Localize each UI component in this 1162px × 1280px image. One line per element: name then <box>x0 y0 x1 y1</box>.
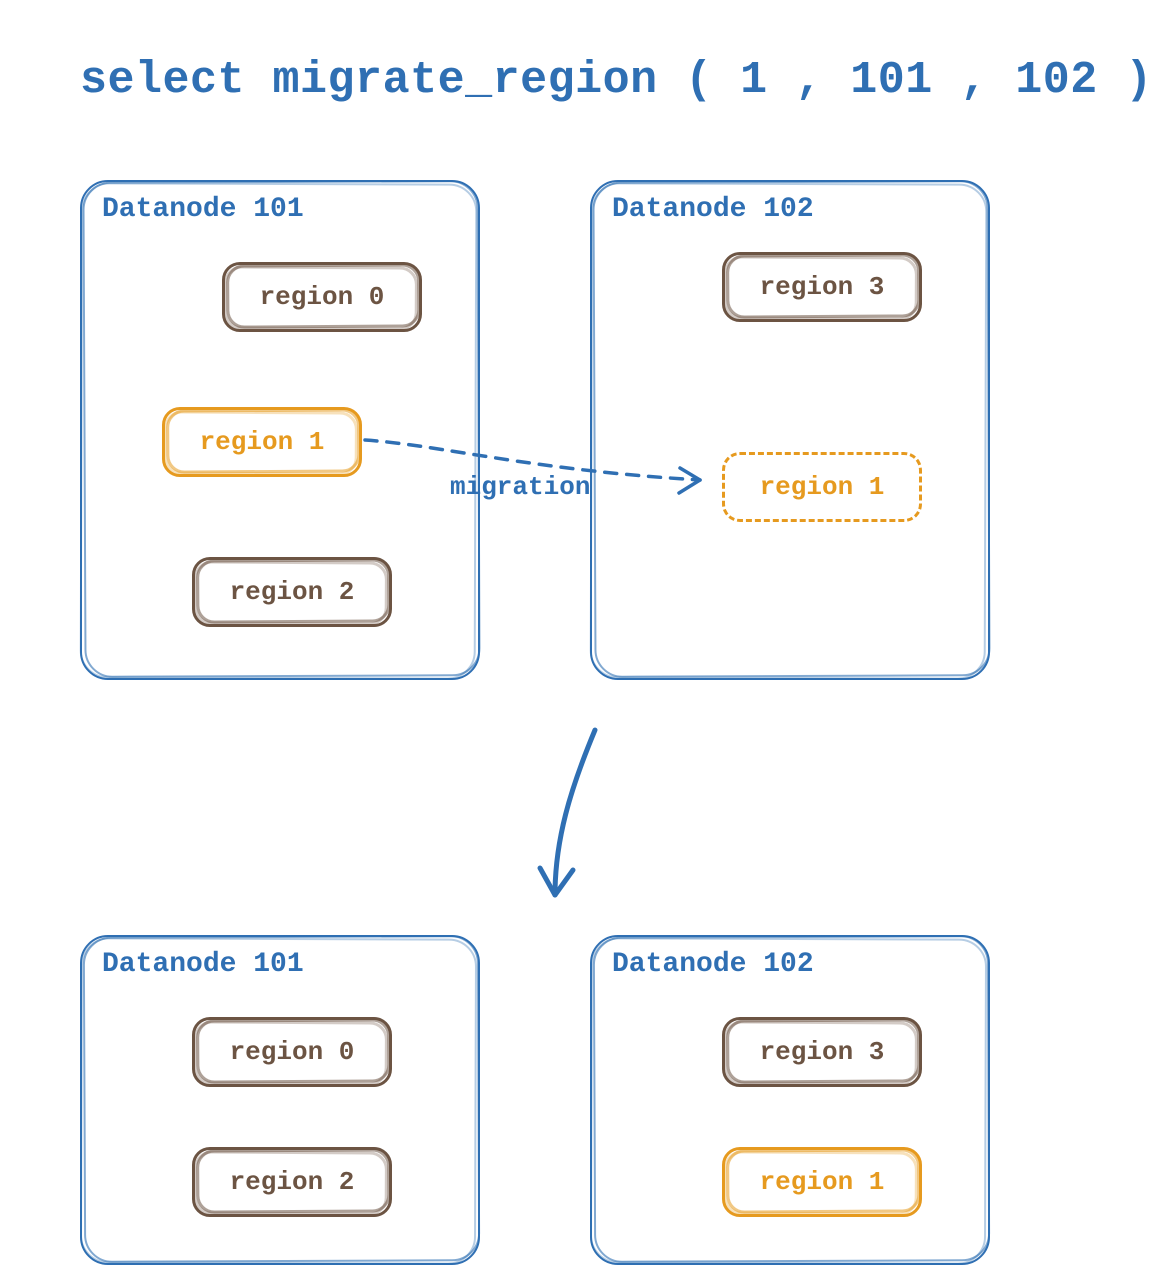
datanode-label: Datanode 102 <box>612 194 814 225</box>
region-label: region 0 <box>230 1037 355 1067</box>
region-box-incoming: region 1 <box>722 452 922 522</box>
region-box: region 2 <box>192 557 392 627</box>
region-box: region 3 <box>722 1017 922 1087</box>
sql-arg-3: 102 <box>1015 55 1098 106</box>
region-label: region 1 <box>760 1167 885 1197</box>
sql-comma-2: , <box>960 55 1015 106</box>
sql-function: migrate_region <box>273 55 658 106</box>
migration-label: migration <box>450 472 590 502</box>
datanode-102-before: Datanode 102 region 3 region 1 <box>590 180 990 680</box>
diagram-stage: select migrate_region ( 1 , 101 , 102 ) … <box>0 0 1162 1280</box>
region-box: region 0 <box>192 1017 392 1087</box>
region-box: region 1 <box>162 407 362 477</box>
sql-arg-1: 1 <box>740 55 768 106</box>
sql-comma-1: , <box>795 55 850 106</box>
sql-arg-2: 101 <box>850 55 933 106</box>
region-label: region 3 <box>760 272 885 302</box>
region-label: region 1 <box>200 427 325 457</box>
datanode-label: Datanode 101 <box>102 949 304 980</box>
region-box: region 1 <box>722 1147 922 1217</box>
region-label: region 2 <box>230 577 355 607</box>
datanode-102-after: Datanode 102 region 3 region 1 <box>590 935 990 1265</box>
region-box: region 2 <box>192 1147 392 1217</box>
region-label: region 2 <box>230 1167 355 1197</box>
region-label: region 0 <box>260 282 385 312</box>
sql-close-paren: ) <box>1125 55 1153 106</box>
datanode-101-before: Datanode 101 region 0 region 1 region 2 <box>80 180 480 680</box>
region-label: region 3 <box>760 1037 885 1067</box>
region-box: region 3 <box>722 252 922 322</box>
region-label: region 1 <box>760 472 885 502</box>
datanode-label: Datanode 101 <box>102 194 304 225</box>
datanode-101-after: Datanode 101 region 0 region 2 <box>80 935 480 1265</box>
transition-arrow-icon <box>555 730 595 895</box>
sql-command: select migrate_region ( 1 , 101 , 102 ) … <box>80 55 1162 106</box>
transition-arrowhead-icon <box>540 868 573 895</box>
datanode-label: Datanode 102 <box>612 949 814 980</box>
sql-open-paren: ( <box>685 55 713 106</box>
region-box: region 0 <box>222 262 422 332</box>
sql-keyword: select <box>80 55 245 106</box>
